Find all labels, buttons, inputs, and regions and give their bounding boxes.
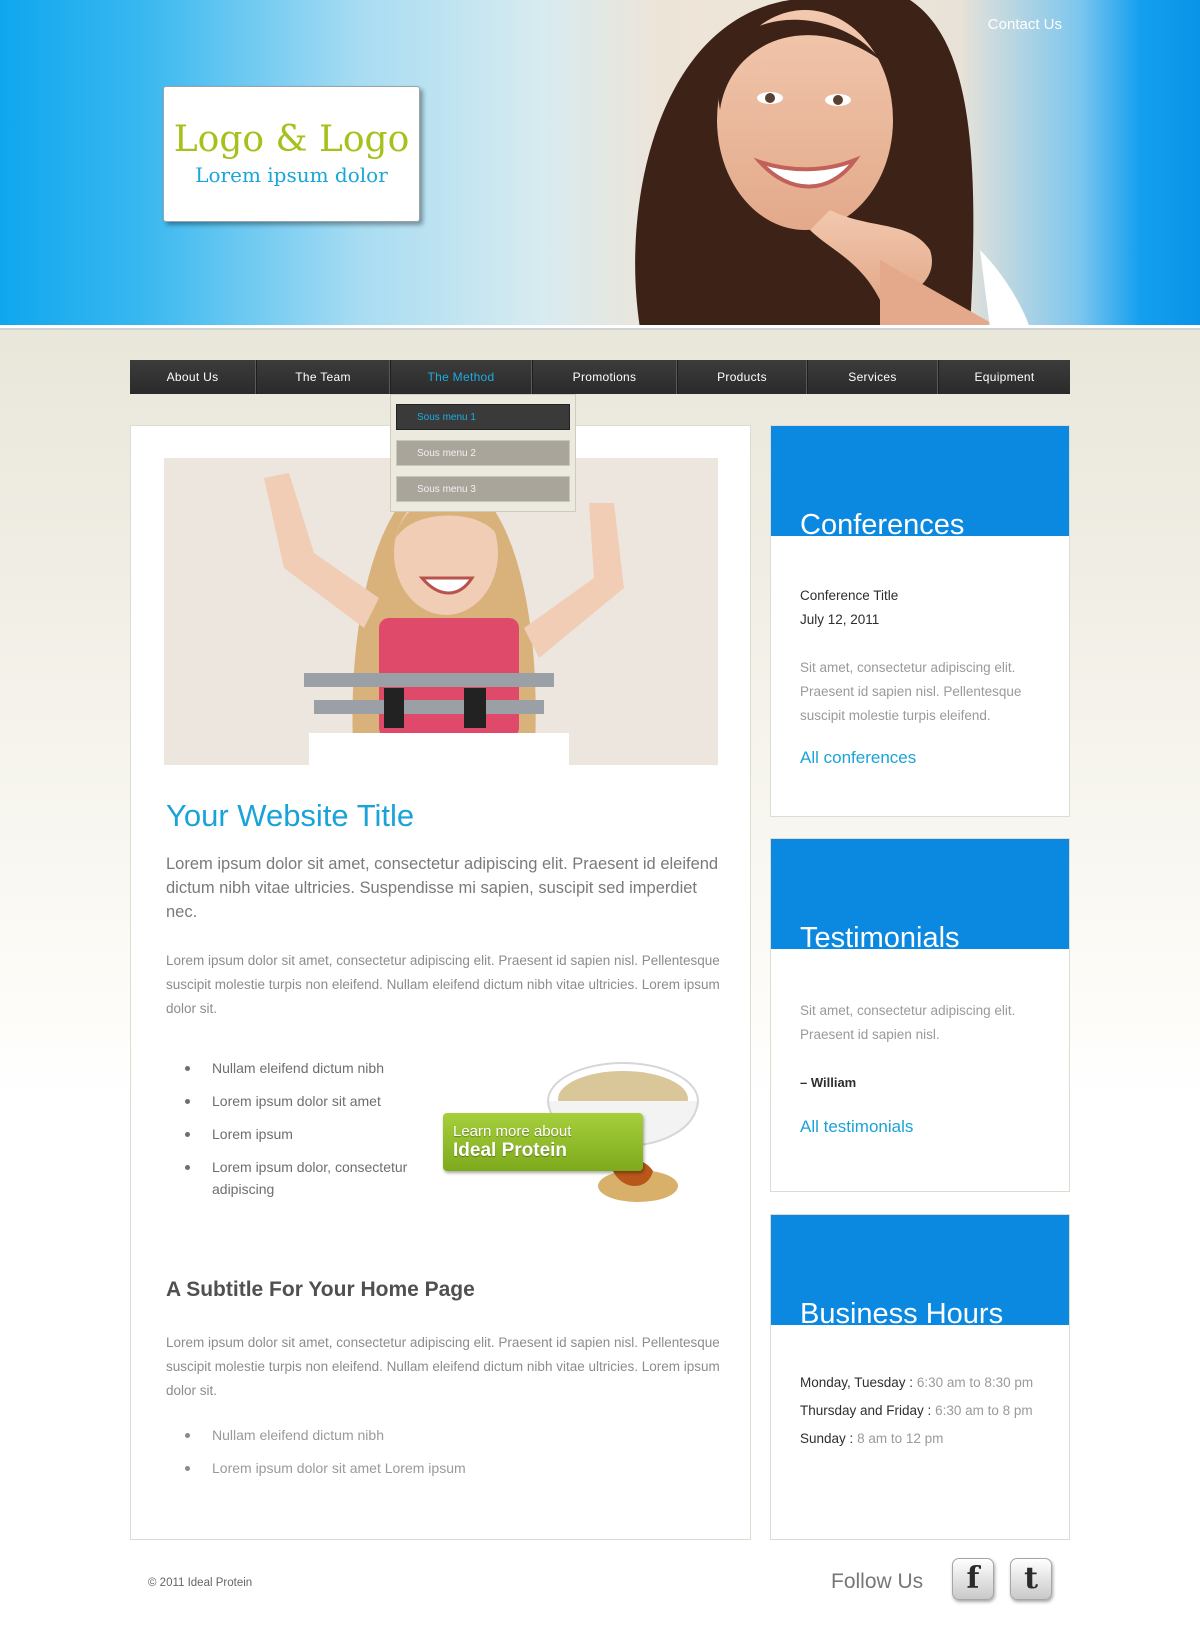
all-testimonials-link[interactable]: All testimonials xyxy=(800,1117,913,1137)
hours-row: Sunday : 8 am to 12 pm xyxy=(800,1425,1040,1453)
conferences-header: Conferences xyxy=(771,426,1069,536)
intro-paragraph: Lorem ipsum dolor sit amet, consectetur … xyxy=(166,855,719,921)
hours-day: Sunday : xyxy=(800,1431,854,1446)
bullet-list-1: Nullam eleifend dictum nibh Lorem ipsum … xyxy=(166,1057,436,1211)
list-item: Lorem ipsum xyxy=(166,1123,436,1145)
hours-day: Thursday and Friday : xyxy=(800,1403,932,1418)
business-hours-heading: Business Hours xyxy=(800,1298,1004,1325)
nav-item-promotions[interactable]: Promotions xyxy=(532,360,677,394)
facebook-icon[interactable]: f xyxy=(952,1558,994,1600)
page-title: Your Website Title xyxy=(166,798,415,833)
nav-item-about-us[interactable]: About Us xyxy=(130,360,256,394)
contact-us-link[interactable]: Contact Us xyxy=(988,16,1062,33)
nav-item-the-method[interactable]: The Method xyxy=(390,360,532,394)
list-item: Nullam eleifend dictum nibh xyxy=(166,1057,436,1079)
the-method-submenu: Sous menu 1 Sous menu 2 Sous menu 3 xyxy=(390,394,576,512)
testimonials-widget: Testimonials Sit amet, consectetur adipi… xyxy=(770,838,1070,1192)
hours-row: Monday, Tuesday : 6:30 am to 8:30 pm xyxy=(800,1369,1040,1397)
conference-date: July 12, 2011 xyxy=(800,612,880,627)
submenu-item-3[interactable]: Sous menu 3 xyxy=(396,476,570,502)
submenu-item-2[interactable]: Sous menu 2 xyxy=(396,440,570,466)
conferences-widget: Conferences Conference Title July 12, 20… xyxy=(770,425,1070,817)
follow-us-label: Follow Us xyxy=(831,1570,924,1593)
promo-line-1: Learn more about xyxy=(453,1123,572,1140)
hours-day: Monday, Tuesday : xyxy=(800,1375,914,1390)
hours-time: 8 am to 12 pm xyxy=(857,1431,944,1446)
testimonials-header: Testimonials xyxy=(771,839,1069,949)
conferences-heading: Conferences xyxy=(800,509,965,536)
testimonials-heading: Testimonials xyxy=(800,922,960,949)
copyright-text: © 2011 Ideal Protein xyxy=(148,1577,253,1589)
main-nav: About Us The Team The Method Promotions … xyxy=(130,360,1070,394)
list-item: Nullam eleifend dictum nibh xyxy=(166,1424,666,1446)
nav-item-the-team[interactable]: The Team xyxy=(256,360,390,394)
bullet-list-2: Nullam eleifend dictum nibh Lorem ipsum … xyxy=(166,1424,666,1490)
list-item: Lorem ipsum dolor, consectetur adipiscin… xyxy=(166,1156,436,1200)
testimonial-text: Sit amet, consectetur adipiscing elit. P… xyxy=(800,1003,1016,1042)
list-item: Lorem ipsum dolor sit amet Lorem ipsum xyxy=(166,1457,666,1479)
logo-main-text: Logo & Logo xyxy=(173,119,410,160)
main-content: Your Website Title Lorem ipsum dolor sit… xyxy=(130,425,751,1540)
conference-title[interactable]: Conference Title xyxy=(800,584,1040,608)
promo-line-2: Ideal Protein xyxy=(453,1140,568,1161)
all-conferences-link[interactable]: All conferences xyxy=(800,748,916,768)
business-hours-header: Business Hours xyxy=(771,1215,1069,1325)
body-paragraph-1: Lorem ipsum dolor sit amet, consectetur … xyxy=(166,953,720,1016)
hours-row: Thursday and Friday : 6:30 am to 8 pm xyxy=(800,1397,1040,1425)
header-banner: Contact Us Logo & Logo Lorem ipsum dolor xyxy=(0,0,1200,328)
list-item: Lorem ipsum dolor sit amet xyxy=(166,1090,436,1112)
logo[interactable]: Logo & Logo Lorem ipsum dolor xyxy=(163,86,420,222)
hours-time: 6:30 am to 8 pm xyxy=(935,1403,1033,1418)
body-paragraph-2: Lorem ipsum dolor sit amet, consectetur … xyxy=(166,1335,720,1398)
testimonial-author: – William xyxy=(800,1075,857,1090)
ideal-protein-promo-button[interactable]: Learn more about Ideal Protein xyxy=(443,1061,703,1211)
twitter-icon[interactable]: t xyxy=(1010,1558,1052,1600)
nav-item-products[interactable]: Products xyxy=(677,360,807,394)
business-hours-widget: Business Hours Monday, Tuesday : 6:30 am… xyxy=(770,1214,1070,1540)
promo-label: Learn more about Ideal Protein xyxy=(443,1113,643,1171)
hours-time: 6:30 am to 8:30 pm xyxy=(916,1375,1034,1390)
submenu-item-1[interactable]: Sous menu 1 xyxy=(396,404,570,430)
conference-description: Sit amet, consectetur adipiscing elit. P… xyxy=(800,660,1022,723)
nav-item-equipment[interactable]: Equipment xyxy=(938,360,1070,394)
nav-item-services[interactable]: Services xyxy=(807,360,938,394)
logo-tagline: Lorem ipsum dolor xyxy=(195,163,388,187)
header-woman-photo xyxy=(635,0,1029,325)
section-subtitle: A Subtitle For Your Home Page xyxy=(166,1278,475,1301)
